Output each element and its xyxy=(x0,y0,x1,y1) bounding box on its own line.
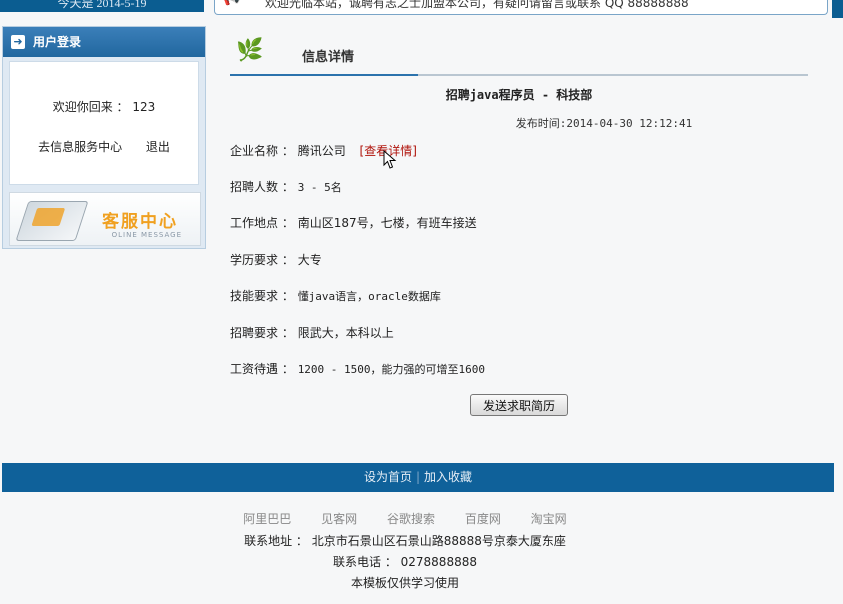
mouse-cursor-icon xyxy=(383,150,397,169)
welcome-label: 欢迎你回来 xyxy=(52,100,113,114)
field-salary: 工资待遇 ： 1200 - 1500，能力强的可增至1600 xyxy=(230,360,485,377)
partner-link[interactable]: 百度网 xyxy=(465,512,501,526)
content-header: 🌿 信息详情 xyxy=(230,36,808,76)
contact-address: 联系地址 ： 北京市石景山区石景山路88888号京泰大厦东座 xyxy=(244,534,566,548)
set-homepage-link[interactable]: 设为首页 xyxy=(364,470,412,484)
field-colon: ： xyxy=(281,253,294,267)
field-colon: ： xyxy=(281,326,294,340)
field-colon: ： xyxy=(281,144,294,158)
template-note: 本模板仅供学习使用 xyxy=(350,576,459,590)
field-value: 懂java语言，oracle数据库 xyxy=(297,290,441,303)
partner-link[interactable]: 谷歌搜索 xyxy=(387,512,435,526)
publish-time-value: 2014-04-30 12:12:41 xyxy=(566,117,693,130)
service-center-link[interactable]: 去信息服务中心 xyxy=(38,140,122,154)
welcome-colon: ： xyxy=(116,100,129,114)
top-bar: 今天是 2014-5-19 📢 欢迎光临本站，诚聘有志之士加盟本公司，有疑问请留… xyxy=(0,0,843,18)
footer-separator: | xyxy=(415,470,421,484)
field-label: 招聘要求 xyxy=(230,326,279,340)
field-education: 学历要求 ： 大专 xyxy=(230,251,322,268)
notice-marquee: 📢 欢迎光临本站，诚聘有志之士加盟本公司，有疑问请留言或联系 QQ 888888… xyxy=(214,0,828,15)
field-label: 招聘人数 xyxy=(230,180,279,194)
customer-service-card: 客服中心 OLINE MESSAGE xyxy=(9,192,201,246)
login-panel-body: 欢迎你回来 ： 123 去信息服务中心 退出 xyxy=(9,61,199,185)
field-value: 限武大，本科以上 xyxy=(297,326,394,340)
field-label: 技能要求 xyxy=(230,289,279,303)
customer-service-subtitle: OLINE MESSAGE xyxy=(111,231,182,239)
customer-service-title: 客服中心 xyxy=(102,212,178,232)
date-display: 今天是 2014-5-19 xyxy=(0,0,204,12)
username: 123 xyxy=(132,100,156,114)
field-label: 学历要求 xyxy=(230,253,279,267)
partner-links: 阿里巴巴 见客网 谷歌搜索 百度网 淘宝网 xyxy=(0,510,810,527)
notice-text: 欢迎光临本站，诚聘有志之士加盟本公司，有疑问请留言或联系 QQ 88888888 xyxy=(265,0,689,10)
publish-time: 发布时间:2014-04-30 12:12:41 xyxy=(230,115,843,131)
footer-bar: 设为首页 | 加入收藏 xyxy=(2,463,834,492)
field-value: 3 - 5名 xyxy=(297,181,342,194)
field-value: 1200 - 1500，能力强的可增至1600 xyxy=(297,363,486,376)
field-colon: ： xyxy=(281,180,294,194)
field-location: 工作地点 ： 南山区187号，七楼，有班车接送 xyxy=(230,214,477,231)
login-arrow-icon: ➜ xyxy=(11,35,25,49)
section-title: 信息详情 xyxy=(302,50,355,65)
header-accent-line xyxy=(230,74,418,76)
field-colon: ： xyxy=(281,289,294,303)
field-skills: 技能要求 ： 懂java语言，oracle数据库 xyxy=(230,287,441,304)
field-requirements: 招聘要求 ： 限武大，本科以上 xyxy=(230,324,394,341)
login-panel-header: ➜ 用户登录 xyxy=(3,27,205,57)
date-text: 今天是 2014-5-19 xyxy=(57,0,147,10)
field-headcount: 招聘人数 ： 3 - 5名 xyxy=(230,178,342,195)
job-title: 招聘java程序员 - 科技部 xyxy=(445,88,593,102)
top-bar-edge xyxy=(832,0,843,18)
field-value: 大专 xyxy=(297,253,322,267)
logout-link[interactable]: 退出 xyxy=(146,140,170,154)
customer-service-banner[interactable]: 客服中心 OLINE MESSAGE xyxy=(2,188,206,249)
field-value: 腾讯公司 xyxy=(297,144,346,158)
partner-link[interactable]: 阿里巴巴 xyxy=(243,512,291,526)
field-value: 南山区187号，七楼，有班车接送 xyxy=(297,216,477,230)
field-label: 工作地点 xyxy=(230,216,279,230)
partner-link[interactable]: 淘宝网 xyxy=(531,512,567,526)
field-colon: ： xyxy=(281,216,294,230)
welcome-message: 欢迎你回来 ： 123 xyxy=(10,98,198,115)
plant-pot-icon: 🌿 xyxy=(236,38,264,63)
field-colon: ： xyxy=(281,362,294,376)
field-label: 工资待遇 xyxy=(230,362,279,376)
publish-label: 发布时间: xyxy=(515,117,567,130)
partner-link[interactable]: 见客网 xyxy=(321,512,357,526)
user-login-panel: ➜ 用户登录 欢迎你回来 ： 123 去信息服务中心 退出 xyxy=(2,26,206,190)
add-favorite-link[interactable]: 加入收藏 xyxy=(424,470,472,484)
contact-phone: 联系电话 ： 0278888888 xyxy=(333,555,477,569)
field-label: 企业名称 xyxy=(230,144,279,158)
user-links: 去信息服务中心 退出 xyxy=(10,138,198,155)
login-panel-title: 用户登录 xyxy=(33,35,82,49)
laptop-icon xyxy=(15,201,89,241)
send-resume-button[interactable]: 发送求职简历 xyxy=(470,394,568,416)
